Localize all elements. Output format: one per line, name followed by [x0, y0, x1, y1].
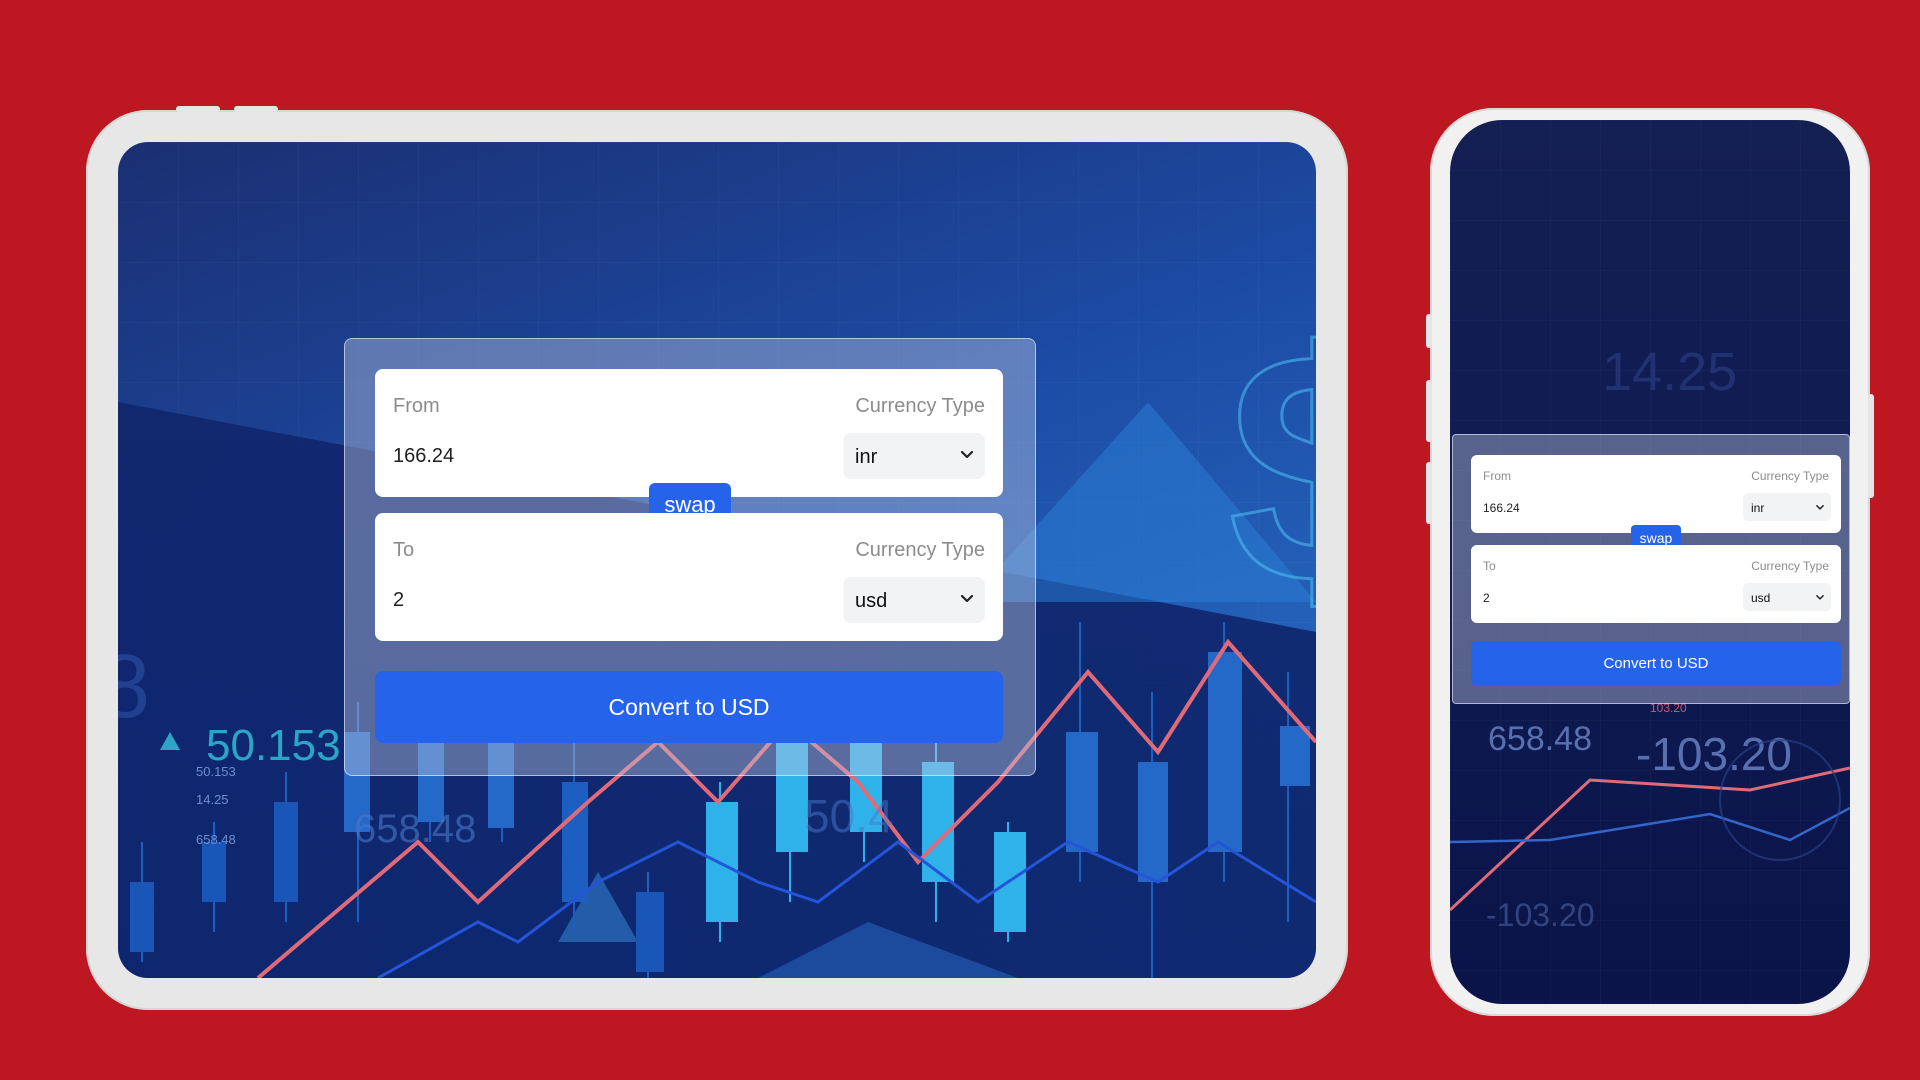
phone-from-currency-select[interactable]: inr	[1743, 493, 1831, 521]
from-amount-input[interactable]: 166.24	[393, 445, 454, 468]
partial-digit: 8	[118, 637, 150, 737]
phone-to-amount-input[interactable]: 2	[1483, 591, 1490, 605]
overlay-number-b: 50.4	[804, 790, 894, 842]
phone-from-panel: From Currency Type 166.24 inr	[1471, 455, 1841, 533]
phone-to-label: To	[1483, 559, 1496, 573]
phone-screen: 14.25 658.48 -103.20 103.20 -103.20 From…	[1450, 120, 1850, 1004]
phone-side-button-1	[1426, 314, 1432, 348]
phone-to-currency-select[interactable]: usd	[1743, 583, 1831, 611]
tablet-screen: $ 8	[118, 142, 1316, 978]
chevron-down-icon	[960, 594, 974, 603]
converter-card: From Currency Type 166.24 inr swap To Cu…	[344, 338, 1036, 776]
phone-convert-button[interactable]: Convert to USD	[1471, 641, 1841, 685]
to-currency-value: usd	[855, 590, 888, 612]
phone-converter-card: From Currency Type 166.24 inr swap To Cu…	[1452, 434, 1850, 704]
convert-button[interactable]: Convert to USD	[375, 671, 1003, 743]
phone-bg-number-c: -103.20	[1636, 728, 1792, 780]
phone-power-button	[1868, 394, 1874, 498]
chevron-down-icon	[1816, 595, 1824, 600]
to-label: To	[393, 539, 415, 561]
chevron-down-icon	[960, 450, 974, 459]
to-panel: To Currency Type 2 usd	[375, 513, 1003, 641]
phone-from-amount-input[interactable]: 166.24	[1483, 501, 1520, 515]
phone-to-currency-value: usd	[1751, 591, 1771, 605]
from-currency-select[interactable]: inr	[843, 433, 985, 479]
chevron-down-icon	[1816, 505, 1824, 510]
ticker-small-3: 658.48	[196, 832, 236, 847]
overlay-number-a: 658.48	[354, 807, 476, 851]
ticker-small-2: 14.25	[196, 792, 229, 807]
tablet-top-button-1	[176, 106, 220, 112]
phone-to-panel: To Currency Type 2 usd	[1471, 545, 1841, 623]
to-amount-input[interactable]: 2	[393, 589, 404, 612]
phone-from-currency-type-label: Currency Type	[1751, 469, 1829, 483]
phone-from-label: From	[1483, 469, 1511, 483]
ticker-small-1: 50.153	[196, 764, 236, 779]
phone-device-frame: 14.25 658.48 -103.20 103.20 -103.20 From…	[1426, 108, 1874, 1016]
phone-bg-number-d: -103.20	[1486, 897, 1595, 933]
phone-from-currency-value: inr	[1751, 501, 1765, 515]
to-currency-select[interactable]: usd	[843, 577, 985, 623]
from-panel: From Currency Type 166.24 inr	[375, 369, 1003, 497]
phone-bg-number-b: 658.48	[1488, 720, 1592, 758]
ticker-value: 50.153	[206, 721, 341, 770]
from-currency-type-label: Currency Type	[855, 395, 985, 417]
phone-to-currency-type-label: Currency Type	[1751, 559, 1829, 573]
phone-bg-number-top: 14.25	[1602, 342, 1737, 402]
to-currency-type-label: Currency Type	[855, 539, 985, 561]
dollar-sign-graphic: $	[1228, 283, 1316, 652]
phone-side-button-3	[1426, 462, 1432, 524]
tablet-device-frame: $ 8	[86, 106, 1348, 1010]
from-currency-value: inr	[855, 446, 878, 468]
from-label: From	[393, 395, 440, 417]
tablet-top-button-2	[234, 106, 278, 112]
phone-side-button-2	[1426, 380, 1432, 442]
